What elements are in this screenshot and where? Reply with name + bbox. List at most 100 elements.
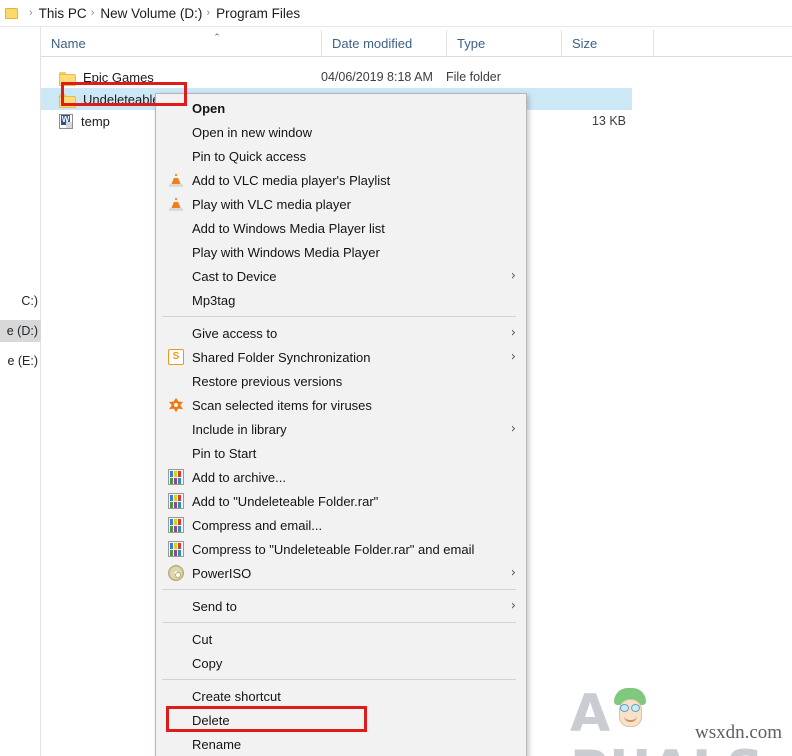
- column-header-divider: [653, 30, 654, 57]
- menu-item-pin-to-start[interactable]: Pin to Start: [156, 441, 526, 465]
- menu-item-label: Cast to Device: [192, 268, 277, 284]
- menu-item-add-to-undeleteable-folder-rar[interactable]: Add to "Undeleteable Folder.rar": [156, 489, 526, 513]
- winrar-icon: [168, 493, 184, 509]
- file-name-label: Epic Games: [83, 69, 154, 85]
- menu-item-compress-and-email[interactable]: Compress and email...: [156, 513, 526, 537]
- file-explorer-screenshot: › This PC › New Volume (D:) › Program Fi…: [0, 0, 792, 756]
- menu-item-poweriso[interactable]: PowerISO ›: [156, 561, 526, 585]
- breadcrumb[interactable]: › This PC › New Volume (D:) › Program Fi…: [0, 0, 792, 27]
- appuals-watermark: A PUALS wsxdn.com: [570, 686, 785, 756]
- menu-item-label: Pin to Start: [192, 445, 257, 461]
- chevron-right-icon: ›: [510, 565, 516, 581]
- menu-item-copy[interactable]: Copy: [156, 651, 526, 675]
- breadcrumb-item-this-pc[interactable]: This PC: [39, 6, 87, 21]
- column-header-size[interactable]: Size: [561, 30, 653, 57]
- menu-item-cut[interactable]: Cut: [156, 627, 526, 651]
- chevron-right-icon: ›: [510, 268, 516, 284]
- menu-item-label: Include in library: [192, 421, 287, 437]
- sync-icon: S: [168, 349, 184, 365]
- menu-item-label: Compress to "Undeleteable Folder.rar" an…: [192, 541, 475, 557]
- chevron-right-icon: ›: [510, 421, 516, 437]
- menu-item-label: Add to VLC media player's Playlist: [192, 172, 391, 188]
- menu-item-label: Rename: [192, 736, 242, 752]
- menu-item-delete[interactable]: Delete: [156, 708, 526, 732]
- breadcrumb-separator: ›: [90, 7, 95, 19]
- menu-item-label: Add to Windows Media Player list: [192, 220, 385, 236]
- vlc-icon: [168, 172, 184, 188]
- menu-item-label: Delete: [192, 712, 230, 728]
- menu-item-label: Play with VLC media player: [192, 196, 351, 212]
- menu-item-add-to-vlc-media-player-s-playlist[interactable]: Add to VLC media player's Playlist: [156, 168, 526, 192]
- menu-item-create-shortcut[interactable]: Create shortcut: [156, 684, 526, 708]
- poweriso-icon: [168, 565, 184, 581]
- column-header-name[interactable]: Name ⌃: [41, 30, 321, 57]
- menu-separator: [162, 679, 516, 680]
- menu-separator: [162, 316, 516, 317]
- column-header-label: Date modified: [332, 36, 413, 51]
- vlc-icon: [168, 196, 184, 212]
- file-type-cell: File folder: [446, 70, 501, 84]
- column-header-label: Name: [51, 36, 86, 51]
- menu-item-scan-selected-items-for-viruses[interactable]: Scan selected items for viruses: [156, 393, 526, 417]
- menu-item-label: Create shortcut: [192, 688, 281, 704]
- word-document-icon: [59, 113, 73, 129]
- menu-item-label: Give access to: [192, 325, 278, 341]
- sidebar-item-label: C:): [21, 294, 38, 308]
- menu-item-rename[interactable]: Rename: [156, 732, 526, 756]
- menu-item-label: Cut: [192, 631, 213, 647]
- menu-item-play-with-windows-media-player[interactable]: Play with Windows Media Player: [156, 240, 526, 264]
- sidebar-item-drive-e[interactable]: e (E:): [0, 350, 41, 372]
- file-date-cell: 04/06/2019 8:18 AM: [321, 70, 433, 84]
- menu-item-compress-to-undeleteable-folder-rar-and-email[interactable]: Compress to "Undeleteable Folder.rar" an…: [156, 537, 526, 561]
- avast-icon: [168, 397, 184, 413]
- menu-item-open[interactable]: Open: [156, 96, 526, 120]
- menu-item-give-access-to[interactable]: Give access to ›: [156, 321, 526, 345]
- menu-item-open-in-new-window[interactable]: Open in new window: [156, 120, 526, 144]
- menu-item-label: PowerISO: [192, 565, 252, 581]
- sort-ascending-icon: ⌃: [213, 32, 221, 42]
- menu-item-play-with-vlc-media-player[interactable]: Play with VLC media player: [156, 192, 526, 216]
- menu-item-cast-to-device[interactable]: Cast to Device ›: [156, 264, 526, 288]
- menu-item-restore-previous-versions[interactable]: Restore previous versions: [156, 369, 526, 393]
- menu-item-label: Add to archive...: [192, 469, 286, 485]
- menu-item-label: Compress and email...: [192, 517, 323, 533]
- menu-item-include-in-library[interactable]: Include in library ›: [156, 417, 526, 441]
- menu-item-label: Shared Folder Synchronization: [192, 349, 371, 365]
- menu-item-mp3tag[interactable]: Mp3tag: [156, 288, 526, 312]
- folder-icon: [59, 93, 76, 108]
- sidebar-item-drive-d[interactable]: e (D:): [0, 320, 41, 342]
- breadcrumb-item-new-volume-d[interactable]: New Volume (D:): [100, 6, 202, 21]
- menu-item-label: Restore previous versions: [192, 373, 343, 389]
- sidebar-item-drive-c[interactable]: C:): [0, 290, 41, 312]
- winrar-icon: [168, 541, 184, 557]
- watermark-brand-text: A PUALS: [570, 684, 764, 756]
- column-header-label: Type: [457, 36, 486, 51]
- chevron-right-icon: ›: [510, 349, 516, 365]
- menu-item-pin-to-quick-access[interactable]: Pin to Quick access: [156, 144, 526, 168]
- menu-separator: [162, 589, 516, 590]
- menu-item-add-to-windows-media-player-list[interactable]: Add to Windows Media Player list: [156, 216, 526, 240]
- menu-item-add-to-archive[interactable]: Add to archive...: [156, 465, 526, 489]
- folder-icon: [59, 71, 76, 86]
- file-name-label: temp: [81, 113, 110, 129]
- menu-item-label: Mp3tag: [192, 292, 236, 308]
- sidebar-item-label: e (D:): [6, 324, 38, 338]
- column-header-label: Size: [572, 36, 598, 51]
- menu-item-label: Send to: [192, 598, 237, 614]
- breadcrumb-item-program-files[interactable]: Program Files: [216, 6, 300, 21]
- menu-item-shared-folder-synchronization[interactable]: S Shared Folder Synchronization ›: [156, 345, 526, 369]
- navigation-pane: C:) e (D:) e (E:): [0, 27, 41, 756]
- menu-item-send-to[interactable]: Send to ›: [156, 594, 526, 618]
- column-header-date-modified[interactable]: Date modified: [321, 30, 446, 57]
- file-size-cell: 13 KB: [591, 114, 626, 128]
- column-header-type[interactable]: Type: [446, 30, 561, 57]
- table-row[interactable]: Epic Games 04/06/2019 8:18 AM File folde…: [41, 66, 632, 88]
- sidebar-item-label: e (E:): [7, 354, 38, 368]
- folder-icon: [4, 7, 20, 20]
- winrar-icon: [168, 517, 184, 533]
- context-menu[interactable]: Open Open in new window Pin to Quick acces…: [155, 93, 527, 756]
- chevron-right-icon: ›: [510, 325, 516, 341]
- menu-item-label: Scan selected items for viruses: [192, 397, 372, 413]
- watermark-domain-text: wsxdn.com: [695, 722, 783, 743]
- menu-item-label: Pin to Quick access: [192, 148, 307, 164]
